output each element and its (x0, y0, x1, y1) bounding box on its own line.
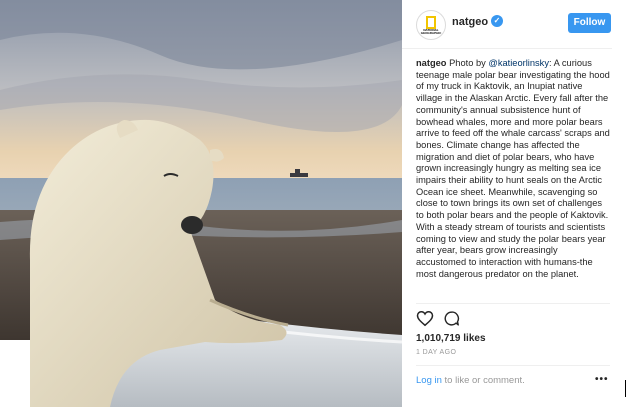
like-heart-icon[interactable] (416, 310, 434, 327)
login-prompt-text: to like or comment. (444, 375, 525, 386)
avatar-logo-text: NATIONAL GEOGRAPHIC (420, 28, 442, 35)
avatar[interactable]: NATIONAL GEOGRAPHIC (416, 10, 446, 40)
login-link[interactable]: Log in (416, 375, 442, 386)
caption-text: : A curious teenage male polar bear inve… (416, 58, 610, 279)
username-link[interactable]: natgeo (452, 16, 488, 28)
caption-username-link[interactable]: natgeo (416, 58, 446, 68)
post-photo[interactable] (0, 0, 402, 407)
comment-bubble-icon[interactable] (443, 310, 460, 327)
caption: natgeo Photo by @katieorlinsky: A curiou… (416, 58, 610, 280)
timestamp[interactable]: 1 DAY AGO (416, 349, 456, 356)
divider (416, 303, 610, 304)
post-header: NATIONAL GEOGRAPHIC natgeo ✓ Follow (402, 0, 612, 49)
more-options-icon[interactable]: ••• (595, 374, 609, 385)
text-cursor (625, 380, 626, 397)
post-sidebar: NATIONAL GEOGRAPHIC natgeo ✓ Follow natg… (402, 0, 612, 407)
likes-count[interactable]: 1,010,719 likes (416, 333, 486, 344)
caption-prefix: Photo by (449, 58, 486, 68)
login-prompt: Log in to like or comment. (416, 375, 525, 386)
mention-link[interactable]: @katieorlinsky (488, 58, 549, 68)
divider (416, 365, 610, 366)
verified-badge-icon: ✓ (491, 15, 503, 27)
polar-bear-photo (0, 0, 402, 407)
follow-button[interactable]: Follow (568, 13, 611, 33)
